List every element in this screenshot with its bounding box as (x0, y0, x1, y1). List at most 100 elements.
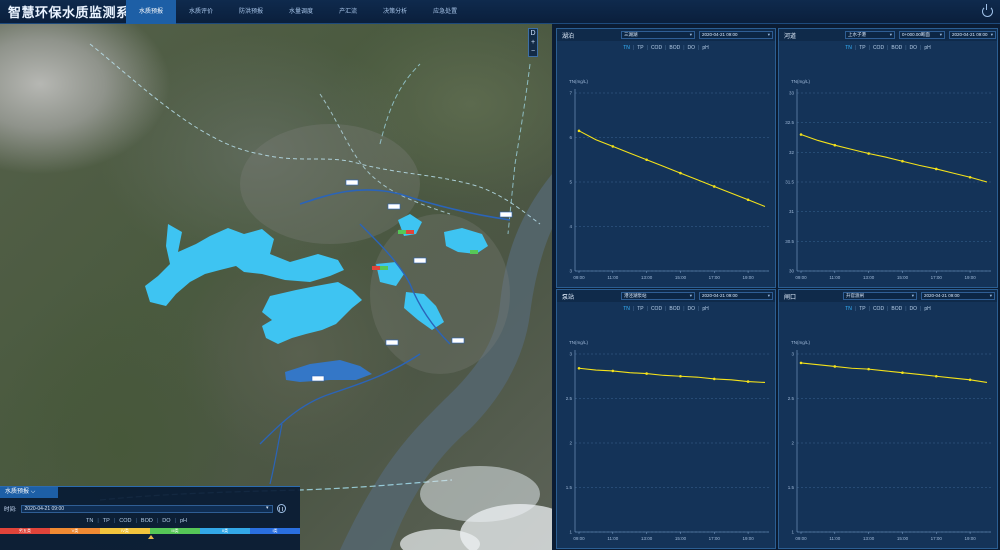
station-marker[interactable] (413, 257, 427, 264)
param-tab-tp[interactable]: TP (634, 306, 646, 312)
data-point[interactable] (867, 367, 870, 371)
data-point[interactable] (968, 175, 972, 179)
param-tab-bod[interactable]: BOD (137, 518, 157, 524)
data-point[interactable] (712, 377, 716, 381)
param-tab-bod[interactable]: BOD (888, 45, 905, 51)
data-point[interactable] (901, 371, 904, 374)
zoom-out-button[interactable]: − (529, 47, 537, 56)
param-tab-ph[interactable]: pH (921, 45, 933, 51)
param-tab-cod[interactable]: COD (115, 518, 135, 524)
station-marker[interactable] (385, 339, 399, 346)
time-select[interactable]: 2020-04-21 09:00 (921, 292, 995, 300)
param-tab-tp[interactable]: TP (856, 306, 868, 312)
play-button[interactable]: ❙❙ (276, 504, 286, 513)
nav-tab-runoff[interactable]: 产汇流 (326, 0, 370, 24)
station-marker[interactable] (451, 337, 465, 344)
data-point[interactable] (901, 159, 904, 163)
nav-tab-flood-forecast[interactable]: 防洪预报 (226, 0, 276, 24)
data-point[interactable] (611, 145, 615, 148)
param-tab-ph[interactable]: pH (921, 306, 933, 312)
y-tick-label: 7 (569, 91, 572, 96)
level-pointer-icon[interactable] (148, 535, 154, 539)
power-icon[interactable] (982, 4, 993, 17)
param-tab-tn[interactable]: TN (842, 306, 855, 312)
section-select[interactable]: 0+000.00断面 (899, 31, 945, 39)
param-tab-ph[interactable]: pH (699, 306, 711, 312)
time-select[interactable]: 2020-04-21 09:00 (20, 504, 273, 513)
time-select[interactable]: 2020-04-21 09:00 (949, 31, 996, 39)
data-point[interactable] (934, 167, 938, 171)
param-tab-do[interactable]: DO (685, 45, 699, 51)
nav-tab-emergency[interactable]: 应急处置 (420, 0, 470, 24)
y-tick-label: 1.5 (566, 485, 573, 490)
station-marker-alert[interactable] (372, 266, 380, 270)
lake-select[interactable]: 三湖湖 (621, 31, 695, 39)
data-point[interactable] (833, 365, 837, 368)
station-marker[interactable] (387, 203, 401, 210)
param-tab-cod[interactable]: COD (648, 306, 665, 312)
param-tab-ph[interactable]: pH (699, 45, 711, 51)
station-marker-ok[interactable] (470, 250, 478, 254)
pump-tn-chart: TN(mg/L) 1 1.5 2 2.5 3 09:00 11:00 13:00 15:00 17:… (566, 340, 769, 541)
time-select[interactable]: 2020-04-21 09:00 (699, 292, 773, 300)
station-marker[interactable] (345, 179, 359, 186)
data-point[interactable] (968, 378, 972, 382)
data-point[interactable] (577, 366, 581, 370)
param-tab-cod[interactable]: COD (870, 306, 887, 312)
data-point[interactable] (712, 185, 716, 188)
level-segment: IV类 (100, 528, 150, 534)
data-point[interactable] (746, 198, 750, 202)
param-tab-tn[interactable]: TN (842, 45, 855, 51)
data-point[interactable] (679, 171, 682, 175)
data-point[interactable] (645, 372, 648, 375)
gate-select[interactable]: 升官渡闸 (843, 292, 917, 300)
param-tab-bod[interactable]: BOD (666, 45, 683, 51)
nav-tab-water-evaluation[interactable]: 水质评价 (176, 0, 226, 24)
data-point[interactable] (645, 158, 648, 162)
param-tab-tn[interactable]: TN (620, 306, 633, 312)
level-segment: 劣五类 (0, 528, 50, 534)
nav-tab-water-dispatch[interactable]: 水量调度 (276, 0, 326, 24)
data-point[interactable] (577, 129, 581, 133)
station-marker-ok[interactable] (380, 266, 388, 270)
lake-panel: 湖泊 三湖湖 2020-04-21 09:00 TN| TP| COD| BOD… (556, 28, 776, 288)
param-tab-do[interactable]: DO (685, 306, 699, 312)
param-tab-bod[interactable]: BOD (888, 306, 905, 312)
pump-station-select[interactable]: 港泾湖泵站 (621, 292, 695, 300)
data-point[interactable] (799, 361, 803, 365)
nav-tab-water-forecast[interactable]: 水质预报 (126, 0, 177, 24)
data-point[interactable] (799, 133, 803, 136)
station-marker-ok[interactable] (398, 230, 406, 234)
data-point[interactable] (934, 374, 938, 378)
param-tab-cod[interactable]: COD (870, 45, 887, 51)
time-select[interactable]: 2020-04-21 09:00 (699, 31, 773, 39)
param-tab-do[interactable]: DO (158, 518, 174, 524)
satellite-map[interactable]: D + − (0, 24, 552, 550)
param-tab-tp[interactable]: TP (856, 45, 868, 51)
data-point[interactable] (833, 143, 837, 147)
param-tab-tp[interactable]: TP (99, 518, 114, 524)
river-select[interactable]: 上水子港 (845, 31, 895, 39)
map-layer-toggle[interactable]: D (529, 29, 537, 38)
nav-tab-decision-analysis[interactable]: 决策分析 (370, 0, 420, 24)
param-tab-ph[interactable]: pH (176, 518, 191, 524)
x-tick-label: 17:00 (931, 275, 943, 280)
data-point[interactable] (867, 152, 870, 155)
data-point[interactable] (611, 369, 615, 373)
param-tab-tn[interactable]: TN (620, 45, 633, 51)
station-marker-alert[interactable] (406, 230, 414, 234)
param-tab-do[interactable]: DO (907, 45, 921, 51)
series-line (578, 367, 766, 384)
station-marker[interactable] (499, 211, 513, 218)
zoom-in-button[interactable]: + (529, 38, 537, 47)
param-tab-tp[interactable]: TP (634, 45, 646, 51)
param-tab-bod[interactable]: BOD (666, 306, 683, 312)
param-tab-cod[interactable]: COD (648, 45, 665, 51)
param-tab-do[interactable]: DO (907, 306, 921, 312)
param-tab-tn[interactable]: TN (82, 518, 97, 524)
quality-level-bar: 劣五类 V类 IV类 III类 II类 I类 (0, 528, 300, 534)
data-point[interactable] (679, 374, 682, 378)
forecast-panel-tab[interactable]: 水质预报 ⌵ (0, 487, 58, 498)
data-point[interactable] (746, 380, 750, 383)
station-marker[interactable] (311, 375, 325, 382)
